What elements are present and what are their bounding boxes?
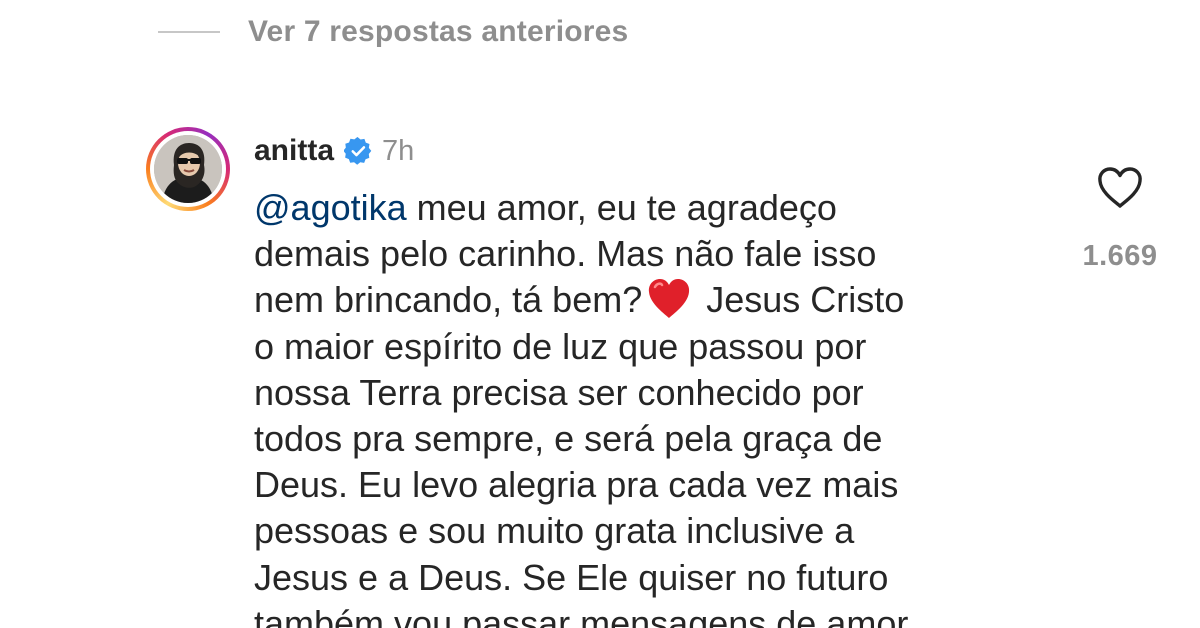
comment-line: demais pelo carinho. Mas não fale isso <box>254 233 877 275</box>
avatar-border <box>150 131 226 207</box>
heart-outline-icon[interactable] <box>1096 166 1144 210</box>
red-heart-emoji-icon <box>649 279 690 319</box>
comment-line: também vou passar mensagens de amor <box>254 602 909 628</box>
avatar-story-ring[interactable] <box>146 127 230 211</box>
comment-line: todos pra sempre, e será pela graça de <box>254 418 883 460</box>
comment-line-text: nem brincando, tá bem? <box>254 279 643 321</box>
avatar <box>154 135 222 203</box>
comment-username[interactable]: anitta <box>254 134 334 168</box>
verified-badge-icon <box>344 137 372 165</box>
comment-line: nem brincando, tá bem? Jesus Cristo <box>254 277 1044 323</box>
comment-like-area: 1.669 <box>1070 166 1170 273</box>
mention-link[interactable]: @agotika <box>254 187 407 228</box>
like-count: 1.669 <box>1082 240 1158 272</box>
reply-divider-line <box>158 31 220 33</box>
comment-line: Deus. Eu levo alegria pra cada vez mais <box>254 464 899 506</box>
comment-text: @agotika meu amor, eu te agradeço demais… <box>254 185 1044 628</box>
view-previous-replies-button[interactable]: Ver 7 respostas anteriores <box>158 10 628 54</box>
view-previous-replies-label: Ver 7 respostas anteriores <box>248 15 629 48</box>
comment-line-text: Jesus Cristo <box>696 279 905 321</box>
avatar-portrait-icon <box>154 135 222 203</box>
comment-thread: Ver 7 respostas anteriores anitta 7h @ag… <box>0 0 1200 628</box>
comment-line: @agotika meu amor, eu te agradeço <box>254 185 1044 231</box>
comment-line-text: meu amor, eu te agradeço <box>406 187 837 228</box>
comment-line: Jesus e a Deus. Se Ele quiser no futuro <box>254 556 889 598</box>
comment-line: nossa Terra precisa ser conhecido por <box>254 371 864 413</box>
comment-timestamp: 7h <box>382 134 415 167</box>
comment-line: pessoas e sou muito grata inclusive a <box>254 510 855 552</box>
comment-line: o maior espírito de luz que passou por <box>254 325 867 367</box>
comment-header: anitta 7h <box>254 128 414 174</box>
